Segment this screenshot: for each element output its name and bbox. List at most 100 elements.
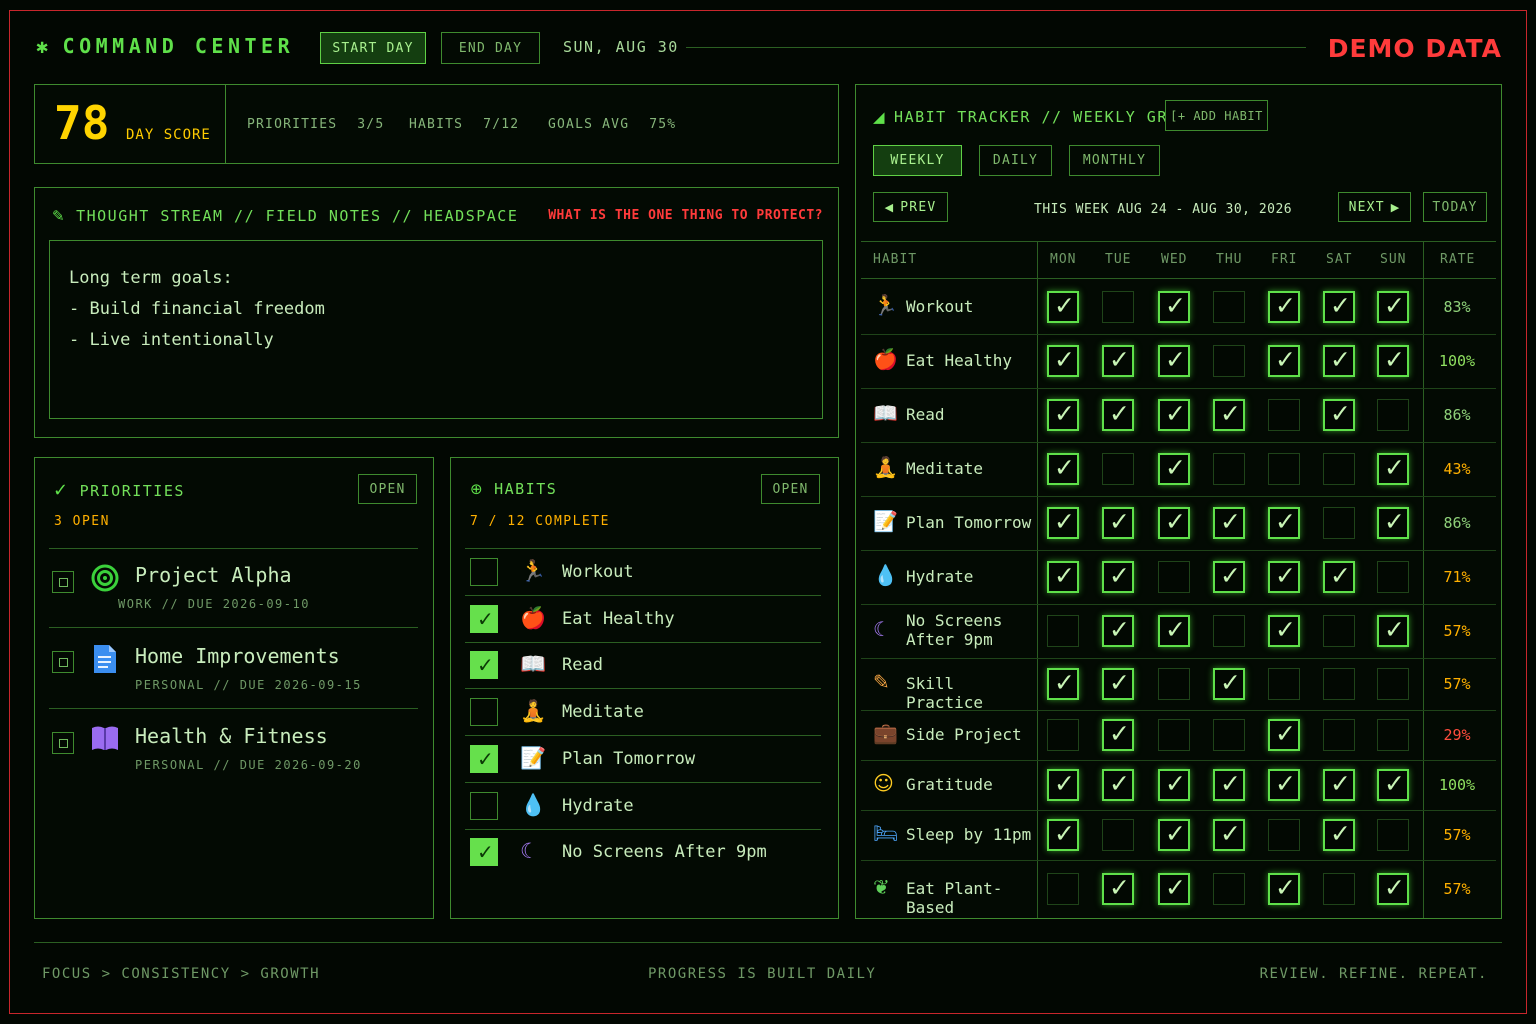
habit-checkbox[interactable] (470, 698, 498, 727)
day-checkbox-sun[interactable] (1377, 615, 1409, 647)
day-checkbox-tue[interactable] (1102, 719, 1134, 751)
day-checkbox-fri[interactable] (1268, 561, 1300, 593)
tab-daily[interactable]: DAILY (979, 145, 1052, 176)
day-checkbox-sun[interactable] (1377, 769, 1409, 801)
next-week-button[interactable]: NEXT ▶ (1338, 192, 1411, 222)
day-checkbox-wed[interactable] (1158, 345, 1190, 377)
day-checkbox-fri[interactable] (1268, 615, 1300, 647)
day-checkbox-fri[interactable] (1268, 507, 1300, 539)
day-checkbox-fri[interactable] (1268, 769, 1300, 801)
day-checkbox-sat[interactable] (1323, 872, 1355, 905)
day-checkbox-wed[interactable] (1158, 668, 1190, 700)
day-checkbox-fri[interactable] (1268, 399, 1300, 431)
day-checkbox-mon[interactable] (1047, 719, 1079, 751)
day-checkbox-wed[interactable] (1158, 615, 1190, 647)
day-checkbox-sat[interactable] (1323, 290, 1355, 323)
day-checkbox-sun[interactable] (1377, 345, 1409, 377)
day-checkbox-mon[interactable] (1047, 345, 1079, 377)
day-checkbox-thu[interactable] (1213, 819, 1245, 851)
day-checkbox-fri[interactable] (1268, 668, 1300, 700)
day-checkbox-wed[interactable] (1158, 399, 1190, 431)
day-checkbox-wed[interactable] (1158, 719, 1190, 751)
day-checkbox-wed[interactable] (1158, 453, 1190, 485)
day-checkbox-tue[interactable] (1102, 872, 1134, 905)
tab-monthly[interactable]: MONTHLY (1069, 145, 1160, 176)
day-checkbox-mon[interactable] (1047, 668, 1079, 700)
today-button[interactable]: TODAY (1423, 192, 1487, 222)
day-checkbox-sun[interactable] (1377, 872, 1409, 905)
priorities-open-button[interactable]: OPEN (358, 474, 417, 504)
day-checkbox-wed[interactable] (1158, 819, 1190, 851)
day-checkbox-wed[interactable] (1158, 872, 1190, 905)
day-checkbox-mon[interactable] (1047, 769, 1079, 801)
day-checkbox-wed[interactable] (1158, 561, 1190, 593)
day-checkbox-tue[interactable] (1102, 561, 1134, 593)
day-checkbox-mon[interactable] (1047, 453, 1079, 485)
day-checkbox-sat[interactable] (1323, 819, 1355, 851)
day-checkbox-thu[interactable] (1213, 561, 1245, 593)
day-checkbox-sun[interactable] (1377, 507, 1409, 539)
day-checkbox-thu[interactable] (1213, 453, 1245, 485)
day-checkbox-thu[interactable] (1213, 668, 1245, 700)
day-checkbox-sat[interactable] (1323, 719, 1355, 751)
day-checkbox-fri[interactable] (1268, 872, 1300, 905)
day-checkbox-sun[interactable] (1377, 290, 1409, 323)
day-checkbox-thu[interactable] (1213, 872, 1245, 905)
priority-checkbox[interactable] (52, 732, 74, 754)
day-checkbox-tue[interactable] (1102, 615, 1134, 647)
tab-weekly[interactable]: WEEKLY (873, 145, 962, 176)
day-checkbox-tue[interactable] (1102, 399, 1134, 431)
habit-checkbox[interactable] (470, 791, 498, 820)
day-checkbox-tue[interactable] (1102, 819, 1134, 851)
priority-checkbox[interactable] (52, 651, 74, 673)
day-checkbox-mon[interactable] (1047, 819, 1079, 851)
day-checkbox-tue[interactable] (1102, 769, 1134, 801)
day-checkbox-sat[interactable] (1323, 507, 1355, 539)
day-checkbox-thu[interactable] (1213, 345, 1245, 377)
day-checkbox-sat[interactable] (1323, 668, 1355, 700)
day-checkbox-sun[interactable] (1377, 819, 1409, 851)
day-checkbox-tue[interactable] (1102, 345, 1134, 377)
day-checkbox-fri[interactable] (1268, 290, 1300, 323)
priority-checkbox[interactable] (52, 571, 74, 593)
day-checkbox-sun[interactable] (1377, 719, 1409, 751)
prev-week-button[interactable]: ◀ PREV (873, 192, 948, 222)
habit-checkbox[interactable] (470, 651, 498, 680)
day-checkbox-sat[interactable] (1323, 453, 1355, 485)
day-checkbox-fri[interactable] (1268, 453, 1300, 485)
day-checkbox-thu[interactable] (1213, 399, 1245, 431)
habits-open-button[interactable]: OPEN (761, 474, 820, 504)
add-habit-button[interactable]: [+ ADD HABIT (1165, 100, 1268, 131)
day-checkbox-mon[interactable] (1047, 290, 1079, 323)
day-checkbox-thu[interactable] (1213, 769, 1245, 801)
day-checkbox-tue[interactable] (1102, 507, 1134, 539)
day-checkbox-mon[interactable] (1047, 399, 1079, 431)
day-checkbox-thu[interactable] (1213, 615, 1245, 647)
day-checkbox-tue[interactable] (1102, 290, 1134, 323)
day-checkbox-wed[interactable] (1158, 507, 1190, 539)
day-checkbox-fri[interactable] (1268, 719, 1300, 751)
day-checkbox-thu[interactable] (1213, 290, 1245, 323)
end-day-button[interactable]: END DAY (441, 32, 540, 64)
day-checkbox-mon[interactable] (1047, 507, 1079, 539)
habit-checkbox[interactable] (470, 838, 498, 867)
day-checkbox-sat[interactable] (1323, 615, 1355, 647)
day-checkbox-sat[interactable] (1323, 345, 1355, 377)
day-checkbox-tue[interactable] (1102, 453, 1134, 485)
day-checkbox-wed[interactable] (1158, 290, 1190, 323)
day-checkbox-thu[interactable] (1213, 507, 1245, 539)
day-checkbox-fri[interactable] (1268, 819, 1300, 851)
day-checkbox-sun[interactable] (1377, 668, 1409, 700)
day-checkbox-sun[interactable] (1377, 399, 1409, 431)
day-checkbox-mon[interactable] (1047, 872, 1079, 905)
day-checkbox-mon[interactable] (1047, 561, 1079, 593)
day-checkbox-thu[interactable] (1213, 719, 1245, 751)
day-checkbox-tue[interactable] (1102, 668, 1134, 700)
day-checkbox-mon[interactable] (1047, 615, 1079, 647)
day-checkbox-sat[interactable] (1323, 399, 1355, 431)
day-checkbox-wed[interactable] (1158, 769, 1190, 801)
day-checkbox-sun[interactable] (1377, 561, 1409, 593)
habit-checkbox[interactable] (470, 558, 498, 586)
day-checkbox-sat[interactable] (1323, 769, 1355, 801)
day-checkbox-sat[interactable] (1323, 561, 1355, 593)
